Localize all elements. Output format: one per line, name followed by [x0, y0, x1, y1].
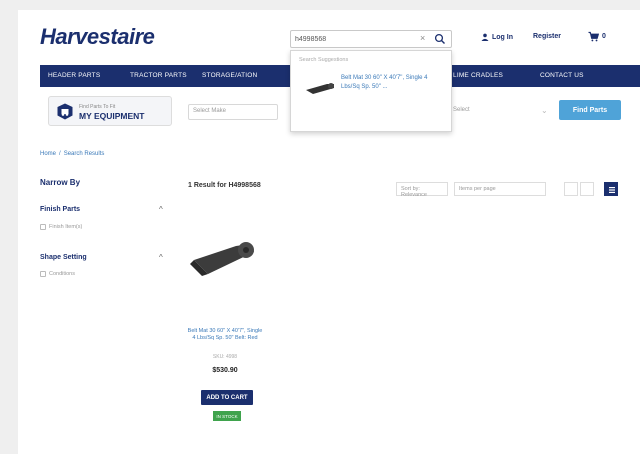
prev-icon[interactable] [552, 182, 562, 196]
facet-option-label: Conditions [49, 271, 75, 277]
facet-option[interactable]: Conditions [40, 271, 75, 277]
cart-count: 0 [602, 33, 606, 40]
breadcrumb-current: Search Results [63, 151, 105, 157]
login-label: Log In [492, 33, 513, 41]
search-suggestions-dropdown: Search Suggestions Belt Mat 30 60" X 40'… [290, 50, 452, 132]
sort-select[interactable]: Sort by: Relevance [396, 182, 448, 198]
product-sku: SKU: 4998 [212, 354, 238, 360]
nav-storage[interactable]: STORAGE/ATION [202, 72, 257, 79]
compact-view-icon[interactable] [580, 182, 594, 196]
breadcrumb-separator: / [59, 151, 61, 157]
harvestaire-logo[interactable]: Harvestaire [40, 24, 155, 50]
breadcrumb: Home / Search Results [40, 151, 104, 157]
my-equipment-widget[interactable]: Find Parts To Fit MY EQUIPMENT [48, 96, 172, 126]
model-select[interactable]: Select [453, 104, 543, 120]
suggestion-thumbnail[interactable] [305, 81, 335, 95]
stock-badge: IN STOCK [213, 411, 241, 421]
add-to-cart-button[interactable]: ADD TO CART [201, 390, 253, 405]
equipment-icon [57, 103, 73, 120]
search-input[interactable] [295, 33, 405, 46]
search-bar: × [290, 30, 452, 48]
facet-option-label: Finish Item(s) [49, 224, 83, 230]
nav-contact-us[interactable]: CONTACT US [540, 72, 584, 79]
cart-button[interactable]: 0 [588, 31, 606, 42]
cart-icon [588, 31, 599, 42]
make-select-placeholder: Select Make [193, 108, 227, 114]
make-select[interactable]: Select Make [188, 104, 278, 120]
grid-view-icon[interactable] [564, 182, 578, 196]
suggestion-item[interactable]: Belt Mat 30 60" X 40'7", Single 4 Lbs/Sq… [341, 74, 446, 92]
nav-lime-cradles[interactable]: LIME CRADLES [453, 72, 503, 79]
chevron-up-icon[interactable]: ^ [159, 253, 163, 262]
find-parts-button[interactable]: Find Parts [559, 100, 621, 120]
checkbox[interactable] [40, 224, 46, 230]
search-icon[interactable] [434, 32, 448, 46]
page: Harvestaire × Log In Register 0 HEADER P… [18, 10, 640, 454]
login-link[interactable]: Log In [481, 33, 513, 41]
facet-option[interactable]: Finish Item(s) [40, 224, 82, 230]
chevron-up-icon[interactable]: ^ [159, 205, 163, 214]
list-view-icon[interactable] [604, 182, 618, 196]
checkbox[interactable] [40, 271, 46, 277]
breadcrumb-home[interactable]: Home [40, 151, 56, 157]
results-summary: 1 Result for H4998568 [188, 182, 261, 189]
per-page-select[interactable]: Items per page [454, 182, 546, 196]
user-icon [481, 33, 489, 41]
facet-shape-setting[interactable]: Shape Setting [40, 254, 87, 261]
search-clear-icon[interactable]: × [420, 33, 425, 43]
model-select-placeholder: Select [453, 107, 470, 113]
product-image[interactable] [188, 230, 258, 280]
chevron-down-icon: ⌄ [541, 106, 548, 115]
equipment-small-label: Find Parts To Fit [79, 104, 116, 110]
product-title[interactable]: Belt Mat 30 60" X 40'7", Single 4 Lbs/Sq… [186, 328, 264, 342]
facet-finish-parts[interactable]: Finish Parts [40, 206, 80, 213]
equipment-label: MY EQUIPMENT [79, 111, 145, 121]
nav-tractor-parts[interactable]: TRACTOR PARTS [130, 72, 187, 79]
narrow-by-title: Narrow By [40, 178, 81, 187]
nav-header-parts[interactable]: HEADER PARTS [48, 72, 100, 79]
product-price: $530.90 [212, 367, 238, 374]
register-link[interactable]: Register [533, 33, 561, 40]
suggestions-header: Search Suggestions [299, 57, 349, 63]
